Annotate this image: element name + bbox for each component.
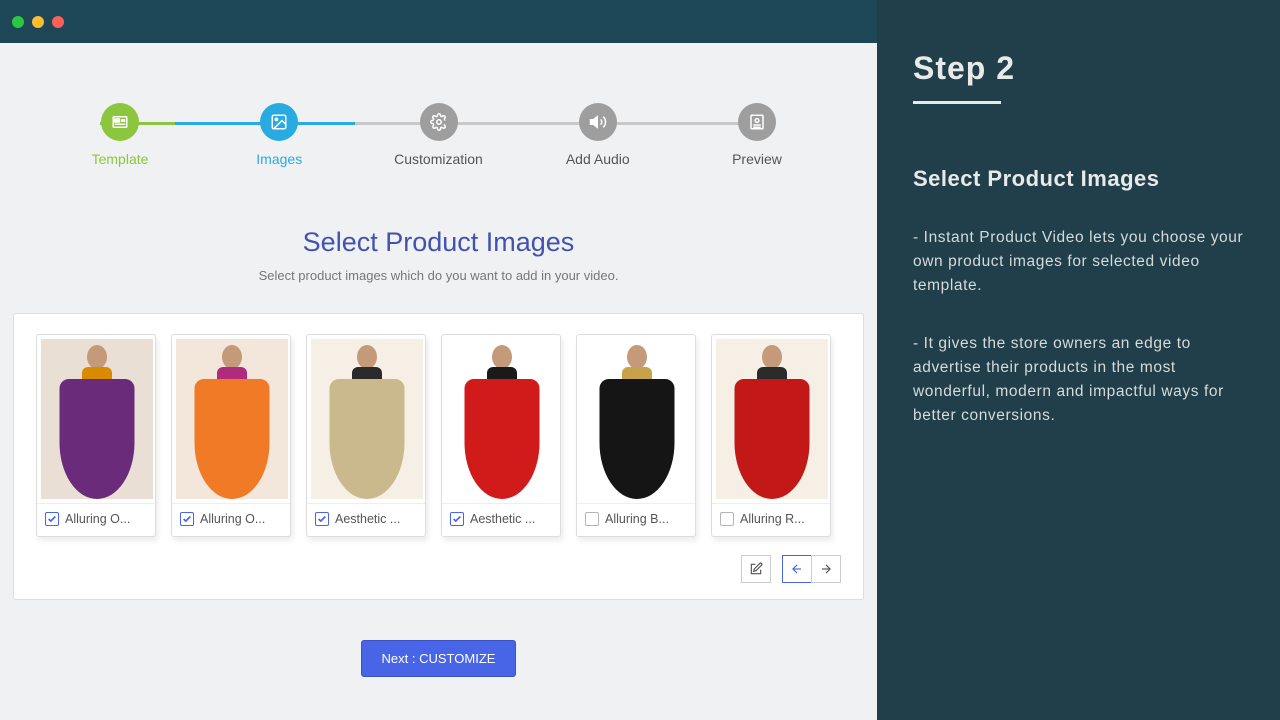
product-footer: Aesthetic ... <box>442 503 560 536</box>
product-checkbox[interactable] <box>585 512 599 526</box>
step-preview[interactable]: Preview <box>697 103 817 167</box>
window-maximize-icon[interactable] <box>52 16 64 28</box>
product-checkbox[interactable] <box>315 512 329 526</box>
product-name: Alluring O... <box>200 512 265 526</box>
step-label: Customization <box>394 151 483 167</box>
product-footer: Alluring O... <box>172 503 290 536</box>
step-customization[interactable]: Customization <box>379 103 499 167</box>
step-label: Preview <box>732 151 782 167</box>
page-title: Select Product Images <box>0 227 877 258</box>
product-checkbox[interactable] <box>720 512 734 526</box>
product-image <box>41 339 153 499</box>
step-label: Add Audio <box>566 151 630 167</box>
stepper: Template Images Customization Add Audio <box>0 43 877 197</box>
product-name: Alluring R... <box>740 512 805 526</box>
product-card[interactable]: Aesthetic ... <box>306 334 426 537</box>
step-label: Images <box>256 151 302 167</box>
window-minimize-icon[interactable] <box>32 16 44 28</box>
product-image <box>581 339 693 499</box>
product-footer: Aesthetic ... <box>307 503 425 536</box>
underline <box>913 101 1001 104</box>
step-images[interactable]: Images <box>219 103 339 167</box>
customization-icon <box>420 103 458 141</box>
product-card[interactable]: Alluring O... <box>171 334 291 537</box>
info-sidebar: Step 2 Select Product Images - Instant P… <box>877 0 1280 720</box>
product-footer: Alluring R... <box>712 503 830 536</box>
template-icon <box>101 103 139 141</box>
window-title-bar <box>0 0 877 43</box>
product-footer: Alluring O... <box>37 503 155 536</box>
product-name: Alluring B... <box>605 512 669 526</box>
product-name: Alluring O... <box>65 512 130 526</box>
preview-icon <box>738 103 776 141</box>
sidebar-step: Step 2 <box>913 50 1244 87</box>
window-close-icon[interactable] <box>12 16 24 28</box>
product-image <box>311 339 423 499</box>
step-template[interactable]: Template <box>60 103 180 167</box>
images-icon <box>260 103 298 141</box>
product-footer: Alluring B... <box>577 503 695 536</box>
product-image <box>446 339 558 499</box>
product-row: Alluring O... Alluring O... Aesthetic ... A… <box>36 334 841 537</box>
sidebar-title: Select Product Images <box>913 166 1244 192</box>
product-gallery: Alluring O... Alluring O... Aesthetic ... A… <box>13 313 864 600</box>
product-checkbox[interactable] <box>450 512 464 526</box>
next-customize-button[interactable]: Next : CUSTOMIZE <box>361 640 517 677</box>
edit-button[interactable] <box>741 555 771 583</box>
product-name: Aesthetic ... <box>470 512 535 526</box>
next-button[interactable] <box>811 555 841 583</box>
audio-icon <box>579 103 617 141</box>
sidebar-para-1: - Instant Product Video lets you choose … <box>913 226 1244 298</box>
product-card[interactable]: Alluring R... <box>711 334 831 537</box>
product-checkbox[interactable] <box>45 512 59 526</box>
product-card[interactable]: Alluring O... <box>36 334 156 537</box>
product-image <box>716 339 828 499</box>
app-window: Template Images Customization Add Audio <box>0 0 877 720</box>
page-subtitle: Select product images which do you want … <box>0 268 877 283</box>
prev-button[interactable] <box>782 555 812 583</box>
step-add-audio[interactable]: Add Audio <box>538 103 658 167</box>
product-checkbox[interactable] <box>180 512 194 526</box>
product-card[interactable]: Aesthetic ... <box>441 334 561 537</box>
product-card[interactable]: Alluring B... <box>576 334 696 537</box>
step-label: Template <box>92 151 149 167</box>
gallery-nav <box>36 555 841 583</box>
sidebar-para-2: - It gives the store owners an edge to a… <box>913 332 1244 428</box>
product-name: Aesthetic ... <box>335 512 400 526</box>
product-image <box>176 339 288 499</box>
